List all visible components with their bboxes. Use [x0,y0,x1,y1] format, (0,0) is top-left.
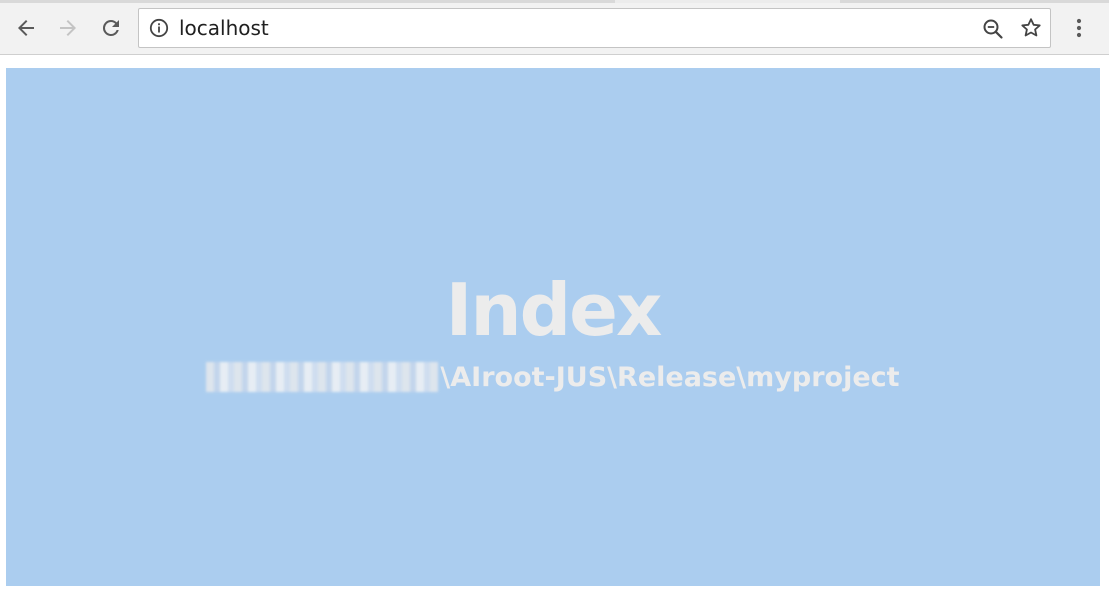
address-bar[interactable]: localhost [138,8,1051,48]
browser-toolbar: localhost [0,3,1109,55]
browser-window: localhost Index \AIroot-JUS\Release\mypr… [0,0,1109,592]
redacted-path-segment [206,362,439,392]
arrow-left-icon [18,20,34,36]
browser-menu-button[interactable] [1064,11,1094,45]
page-title: Index [445,268,663,352]
url-text[interactable]: localhost [179,16,269,40]
hero-panel: Index \AIroot-JUS\Release\myproject [6,68,1100,586]
star-icon[interactable] [1019,16,1043,40]
reload-icon [102,19,119,36]
reload-button[interactable] [94,11,128,45]
zoom-out-icon[interactable] [981,17,1005,41]
page-viewport: Index \AIroot-JUS\Release\myproject [0,56,1109,592]
info-icon[interactable] [149,18,169,38]
project-path: \AIroot-JUS\Release\myproject [6,360,1100,396]
forward-button[interactable] [51,11,85,45]
back-button[interactable] [9,11,43,45]
arrow-right-icon [60,20,76,36]
kebab-menu-icon [1076,18,1082,38]
project-path-text: \AIroot-JUS\Release\myproject [440,362,900,393]
